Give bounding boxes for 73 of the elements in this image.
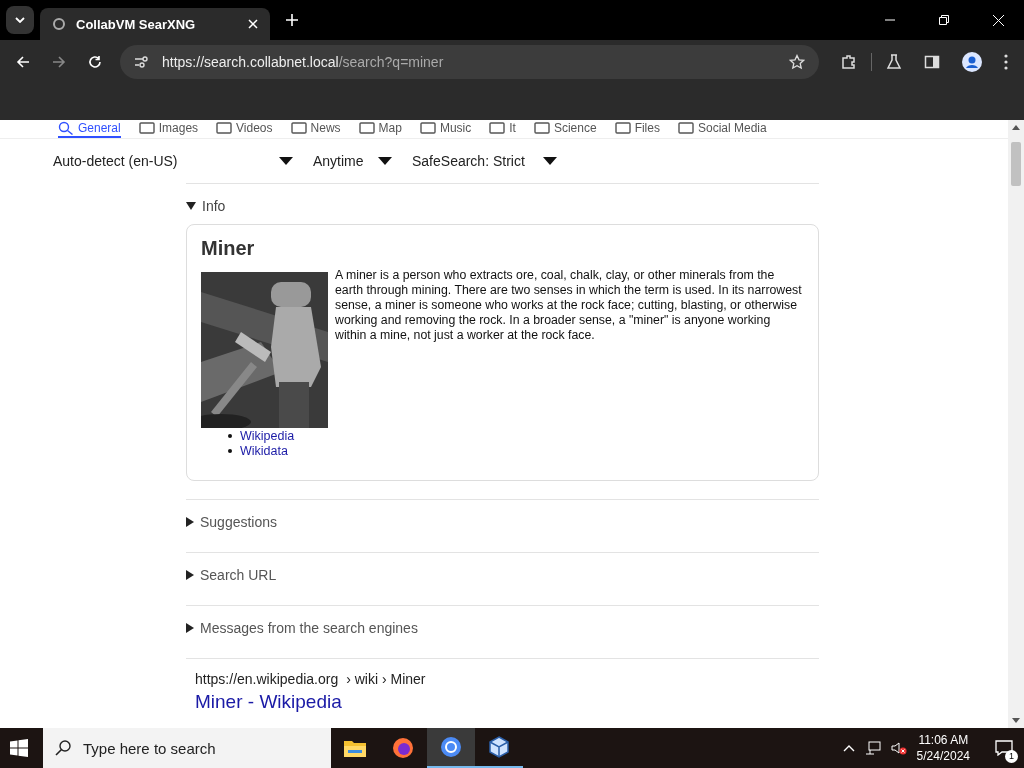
infobox-title: Miner — [201, 237, 256, 260]
category-tab[interactable]: Map — [358, 121, 402, 138]
safesearch-select[interactable]: SafeSearch: Strict — [412, 153, 543, 169]
close-icon[interactable] — [993, 14, 1004, 26]
tab-title: CollabVM SearXNG — [76, 16, 197, 32]
site-settings-icon[interactable] — [134, 55, 150, 69]
disclosure-icon — [186, 517, 194, 527]
category-tab[interactable]: It — [489, 121, 516, 138]
time-select[interactable]: Anytime — [313, 153, 378, 169]
category-tab[interactable]: Social Media — [677, 121, 767, 138]
caret-icon[interactable] — [378, 157, 392, 165]
section-toggle[interactable]: Search URL — [186, 553, 819, 597]
taskbar-app[interactable] — [427, 728, 475, 768]
scroll-up-icon[interactable] — [1012, 124, 1020, 130]
language-select[interactable]: Auto-detect (en-US) — [0, 147, 186, 175]
chevron-up-icon[interactable] — [842, 744, 855, 752]
restore-icon[interactable] — [939, 15, 949, 25]
tab-favicon-icon — [52, 17, 66, 31]
search-icon — [58, 121, 74, 135]
side-panel-icon[interactable] — [924, 54, 940, 70]
result-title-link[interactable]: Miner - Wikipedia — [195, 691, 342, 713]
disclosure-icon — [186, 623, 194, 633]
profile-icon[interactable] — [962, 52, 982, 72]
browser-icon — [392, 737, 414, 759]
clock-time[interactable]: 11:06 AM — [918, 732, 969, 748]
caret-icon[interactable] — [279, 157, 293, 165]
url-text: https://search.collabnet.local/search?q=miner — [162, 54, 445, 70]
image-icon — [138, 121, 155, 135]
category-tab[interactable]: General — [58, 121, 121, 138]
close-icon[interactable] — [248, 19, 258, 29]
clock-date[interactable]: 5/24/2024 — [916, 748, 970, 764]
muted-speaker-icon[interactable] — [890, 741, 907, 755]
source-link[interactable]: Wikidata — [240, 443, 288, 458]
search-icon — [55, 740, 71, 756]
notification-button[interactable]: 1 — [984, 728, 1024, 768]
forward-icon[interactable] — [52, 55, 66, 69]
category-tab[interactable]: Videos — [216, 121, 273, 138]
category-tab[interactable]: Music — [419, 121, 472, 138]
bullet-icon — [228, 448, 232, 453]
scroll-down-icon[interactable] — [1012, 718, 1020, 724]
category-tab[interactable]: Files — [614, 121, 660, 138]
result-path: › wiki › Miner — [346, 671, 426, 687]
extensions-icon[interactable] — [841, 54, 857, 70]
disclosure-icon — [186, 570, 194, 580]
scrollbar[interactable] — [1008, 120, 1024, 728]
menu-icon[interactable] — [1004, 54, 1008, 70]
windows-icon[interactable] — [10, 739, 28, 757]
caret-icon[interactable] — [543, 157, 557, 165]
category-tab[interactable]: News — [290, 121, 341, 138]
flask-icon[interactable] — [886, 54, 902, 70]
reload-icon[interactable] — [88, 55, 102, 69]
source-link[interactable]: Wikipedia — [240, 428, 295, 443]
info-section-toggle[interactable]: Info — [186, 184, 819, 224]
description-text: A miner is a person who extracts ore, coal, chalk, clay, or other minerals from the earth through mining. There are two senses in which the term is used. In its narrowest sense, a miner is someone who works at the rock face; cutting, blasting, or otherwise working and removing the rock. In a broader sense, a "miner" is anyone working within a mine, not just a worker at the rock face. — [335, 268, 803, 343]
category-tab[interactable]: Images — [138, 121, 199, 138]
browser-icon — [440, 736, 462, 758]
taskbar-search-field[interactable]: Type here to search — [43, 728, 331, 768]
scrollbar-thumb[interactable] — [1011, 142, 1021, 186]
bullet-icon — [228, 433, 232, 438]
chevron-down-icon — [15, 17, 25, 23]
network-icon[interactable] — [864, 741, 881, 755]
new-tab-icon[interactable] — [286, 14, 298, 26]
tab-list-button[interactable] — [6, 6, 34, 34]
category-tab[interactable]: Science — [533, 121, 597, 138]
star-icon[interactable] — [789, 54, 805, 70]
back-icon[interactable] — [16, 55, 30, 69]
section-toggle[interactable]: Messages from the search engines — [186, 606, 819, 650]
address-bar[interactable]: https://search.collabnet.local/search?q=miner — [120, 45, 819, 79]
section-toggle[interactable]: Suggestions — [186, 500, 819, 544]
disclosure-icon — [186, 202, 196, 210]
browser-tab[interactable]: CollabVM SearXNG — [40, 8, 270, 40]
folder-icon — [344, 739, 366, 757]
result-url: https://en.wikipedia.org — [195, 671, 339, 687]
